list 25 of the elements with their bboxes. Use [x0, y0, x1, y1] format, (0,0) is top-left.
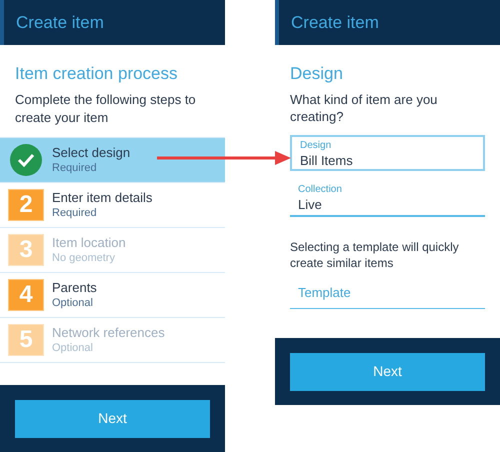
step-note: Optional	[52, 296, 94, 310]
template-field[interactable]: Template	[290, 277, 485, 309]
section-heading: Design	[290, 63, 344, 85]
intro-text: Complete the following steps to create your item	[15, 91, 197, 127]
step-label: Item location	[52, 235, 126, 251]
question-text: What kind of item are you creating?	[290, 91, 438, 125]
input-field[interactable]: Design Bill Items	[290, 135, 485, 171]
step-number: 5	[8, 324, 44, 356]
step-number: 4	[8, 279, 44, 311]
hint-text: Selecting a template will quickly create similar items	[290, 239, 460, 271]
step-note: Required	[52, 161, 98, 175]
check-icon	[10, 144, 42, 176]
window-title: Create item	[290, 12, 379, 34]
step-label: Select design	[52, 145, 130, 161]
step-label: Parents	[52, 280, 97, 296]
step-note: Required	[52, 206, 98, 220]
window-title: Create item	[15, 12, 104, 34]
step-note: No geometry	[52, 251, 116, 265]
step-label: Network references	[52, 325, 165, 341]
step-item[interactable]: Select design Required	[0, 138, 225, 183]
step-note: Optional	[52, 341, 94, 355]
section-heading: Item creation process	[15, 63, 179, 85]
step-label: Enter item details	[52, 190, 152, 206]
step-number: 2	[8, 189, 44, 221]
step-number: 3	[8, 234, 44, 266]
